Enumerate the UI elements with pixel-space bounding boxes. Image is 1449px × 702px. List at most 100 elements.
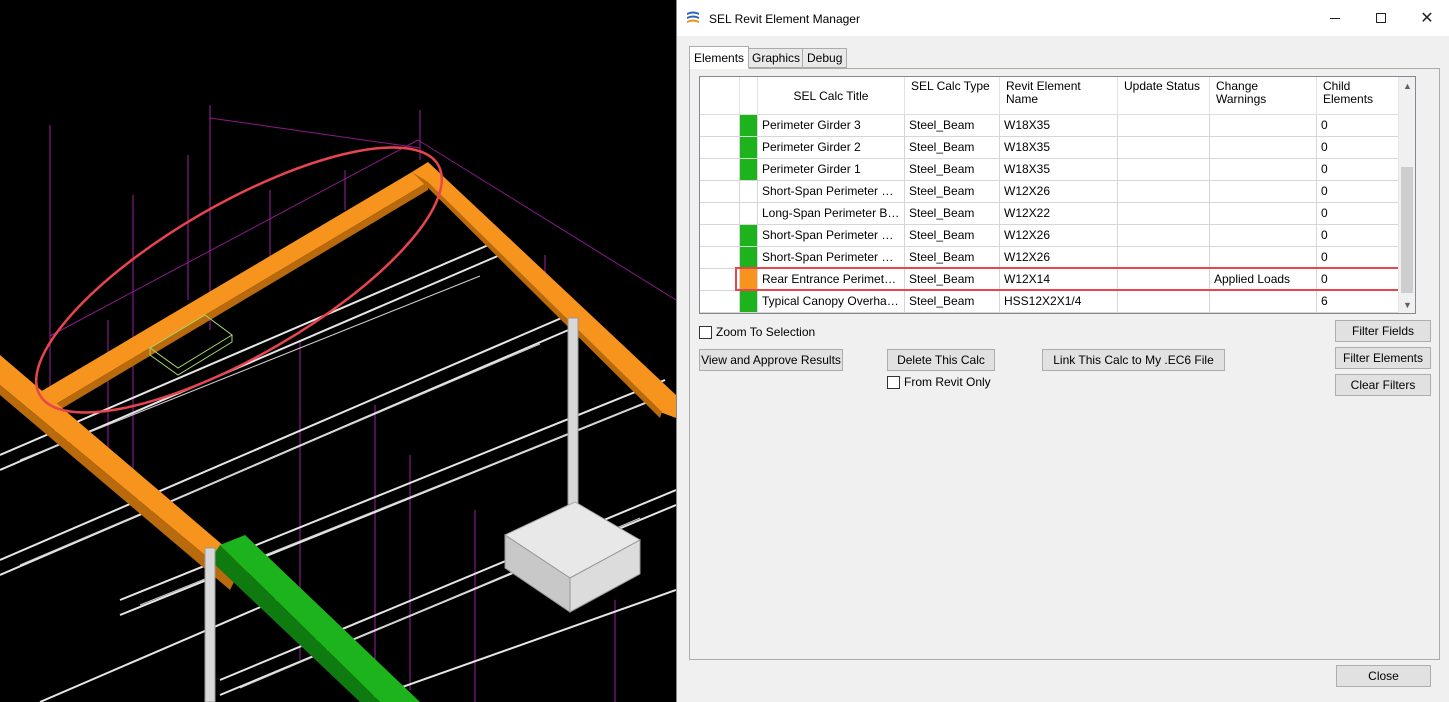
scroll-down-icon[interactable]: ▼ (1399, 296, 1415, 313)
maximize-button[interactable] (1358, 0, 1404, 36)
delete-this-calc-button[interactable]: Delete This Calc (887, 349, 995, 371)
header-sel-calc-title[interactable]: SEL Calc Title (758, 77, 905, 115)
cell-title[interactable]: Short-Span Perimeter Beam 2 (758, 225, 905, 247)
cell-type[interactable]: Steel_Beam (905, 269, 1000, 291)
cell-update-status[interactable] (1118, 269, 1210, 291)
grid-vertical-scrollbar[interactable]: ▲ ▼ (1398, 77, 1415, 313)
table-row[interactable]: Typical Canopy Overhang B...Steel_BeamHS… (700, 291, 1400, 313)
table-row[interactable]: Short-Span Perimeter Beam 2Steel_BeamW12… (700, 225, 1400, 247)
tab-graphics[interactable]: Graphics (747, 48, 806, 68)
cell-update-status[interactable] (1118, 291, 1210, 313)
cell-change-warnings[interactable] (1210, 225, 1317, 247)
header-sel-calc-type[interactable]: SEL Calc Type (905, 77, 1000, 115)
cell-update-status[interactable] (1118, 225, 1210, 247)
cell-title[interactable]: Rear Entrance Perimeter Be... (758, 269, 905, 291)
view-and-approve-results-button[interactable]: View and Approve Results (699, 349, 843, 371)
cell-change-warnings[interactable] (1210, 115, 1317, 137)
cell-type[interactable]: Steel_Beam (905, 115, 1000, 137)
row-selector[interactable] (700, 247, 740, 269)
cell-child-elements[interactable]: 0 (1317, 181, 1400, 203)
cell-update-status[interactable] (1118, 203, 1210, 225)
cell-update-status[interactable] (1118, 115, 1210, 137)
cell-child-elements[interactable]: 0 (1317, 225, 1400, 247)
row-selector[interactable] (700, 269, 740, 291)
cell-update-status[interactable] (1118, 159, 1210, 181)
header-child-elements[interactable]: Child Elements (1317, 77, 1400, 115)
cell-type[interactable]: Steel_Beam (905, 247, 1000, 269)
cell-child-elements[interactable]: 6 (1317, 291, 1400, 313)
cell-child-elements[interactable]: 0 (1317, 159, 1400, 181)
cell-title[interactable]: Perimeter Girder 3 (758, 115, 905, 137)
cell-type[interactable]: Steel_Beam (905, 181, 1000, 203)
row-selector[interactable] (700, 137, 740, 159)
cell-child-elements[interactable]: 0 (1317, 137, 1400, 159)
tab-debug[interactable]: Debug (802, 48, 848, 68)
cell-update-status[interactable] (1118, 181, 1210, 203)
filter-fields-button[interactable]: Filter Fields (1335, 320, 1431, 342)
cell-type[interactable]: Steel_Beam (905, 225, 1000, 247)
close-button[interactable]: Close (1336, 665, 1431, 687)
cell-type[interactable]: Steel_Beam (905, 291, 1000, 313)
cell-change-warnings[interactable] (1210, 291, 1317, 313)
cell-element-name[interactable]: W18X35 (1000, 159, 1118, 181)
from-revit-only-checkbox[interactable]: From Revit Only (887, 375, 991, 389)
cell-type[interactable]: Steel_Beam (905, 137, 1000, 159)
cell-title[interactable]: Typical Canopy Overhang B... (758, 291, 905, 313)
cell-child-elements[interactable]: 0 (1317, 269, 1400, 291)
cell-element-name[interactable]: W18X35 (1000, 115, 1118, 137)
cell-change-warnings[interactable] (1210, 181, 1317, 203)
cell-title[interactable]: Long-Span Perimeter Beam (758, 203, 905, 225)
scroll-up-icon[interactable]: ▲ (1399, 77, 1415, 94)
clear-filters-button[interactable]: Clear Filters (1335, 374, 1431, 396)
cell-update-status[interactable] (1118, 137, 1210, 159)
cell-title[interactable]: Perimeter Girder 2 (758, 137, 905, 159)
cell-change-warnings[interactable]: Applied Loads (1210, 269, 1317, 291)
cell-child-elements[interactable]: 0 (1317, 115, 1400, 137)
table-row[interactable]: Perimeter Girder 1 Steel_Beam W18X35 0 (700, 159, 1400, 181)
row-selector[interactable] (700, 115, 740, 137)
filter-elements-button[interactable]: Filter Elements (1335, 347, 1431, 369)
cell-element-name[interactable]: W12X26 (1000, 247, 1118, 269)
cell-child-elements[interactable]: 0 (1317, 247, 1400, 269)
cell-element-name[interactable]: W18X35 (1000, 137, 1118, 159)
row-selector[interactable] (700, 225, 740, 247)
table-row[interactable]: Short-Span Perimeter Beam 3Steel_BeamW12… (700, 247, 1400, 269)
table-row[interactable]: Short-Span Perimeter Beam 1Steel_BeamW12… (700, 181, 1400, 203)
table-row[interactable]: Rear Entrance Perimeter Be...Steel_BeamW… (700, 269, 1400, 291)
cell-child-elements[interactable]: 0 (1317, 203, 1400, 225)
header-update-status[interactable]: Update Status (1118, 77, 1210, 115)
close-window-button[interactable]: ✕ (1404, 0, 1449, 36)
header-change-warnings[interactable]: Change Warnings (1210, 77, 1317, 115)
cell-title[interactable]: Short-Span Perimeter Beam 1 (758, 181, 905, 203)
row-selector[interactable] (700, 203, 740, 225)
table-row[interactable]: Long-Span Perimeter Beam Steel_Beam W12X22… (700, 203, 1400, 225)
scrollbar-thumb[interactable] (1401, 167, 1413, 293)
cell-element-name[interactable]: W12X26 (1000, 225, 1118, 247)
minimize-button[interactable] (1312, 0, 1358, 36)
tab-elements[interactable]: Elements (689, 46, 750, 69)
revit-3d-viewport[interactable] (0, 0, 676, 702)
row-selector[interactable] (700, 159, 740, 181)
cell-type[interactable]: Steel_Beam (905, 159, 1000, 181)
cell-type[interactable]: Steel_Beam (905, 203, 1000, 225)
row-selector[interactable] (700, 181, 740, 203)
cell-title[interactable]: Perimeter Girder 1 (758, 159, 905, 181)
cell-change-warnings[interactable] (1210, 203, 1317, 225)
cell-change-warnings[interactable] (1210, 159, 1317, 181)
cell-title[interactable]: Short-Span Perimeter Beam 3 (758, 247, 905, 269)
table-row[interactable]: Perimeter Girder 2 Steel_Beam W18X35 0 (700, 137, 1400, 159)
header-revit-element-name[interactable]: Revit Element Name (1000, 77, 1118, 115)
link-calc-to-ec6-button[interactable]: Link This Calc to My .EC6 File (1042, 349, 1225, 371)
elements-grid[interactable]: SEL Calc Title SEL Calc Type Revit Eleme… (699, 76, 1416, 314)
cell-change-warnings[interactable] (1210, 137, 1317, 159)
table-row[interactable]: Perimeter Girder 3 Steel_Beam W18X35 0 (700, 115, 1400, 137)
cell-element-name[interactable]: W12X22 (1000, 203, 1118, 225)
cell-update-status[interactable] (1118, 247, 1210, 269)
cell-element-name[interactable]: W12X26 (1000, 181, 1118, 203)
checkbox-box[interactable] (699, 325, 712, 339)
cell-element-name[interactable]: W12X14 (1000, 269, 1118, 291)
row-selector[interactable] (700, 291, 740, 313)
cell-element-name[interactable]: HSS12X2X1/4 (1000, 291, 1118, 313)
checkbox-box[interactable] (887, 375, 900, 389)
cell-change-warnings[interactable] (1210, 247, 1317, 269)
